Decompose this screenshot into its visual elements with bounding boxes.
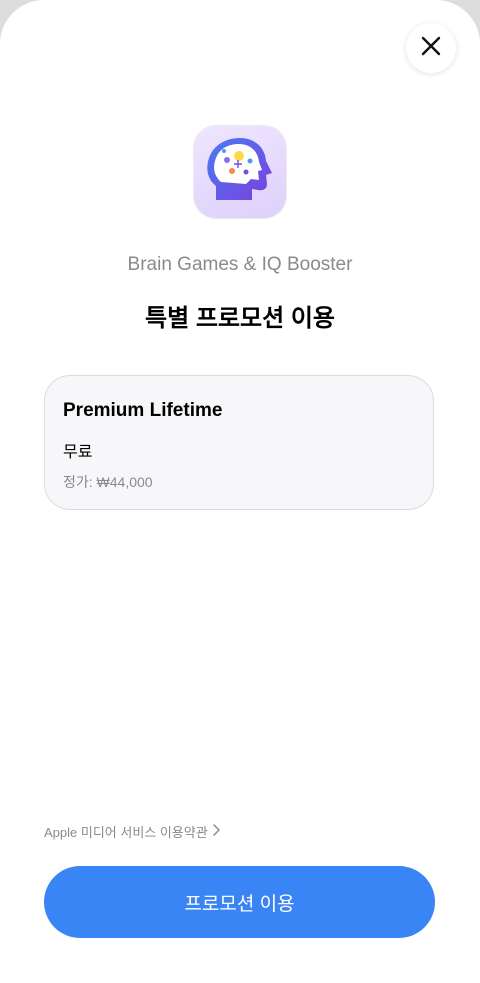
cta-label: 프로모션 이용 (184, 893, 295, 915)
plan-name: Premium Lifetime (63, 400, 223, 421)
promo-sheet: Brain Games & IQ Booster 특별 프로모션 이용 Prem… (0, 0, 480, 983)
plan-price: 무료 (63, 444, 93, 461)
close-button[interactable] (406, 23, 456, 73)
close-icon (420, 35, 442, 62)
app-icon (194, 126, 286, 218)
plan-regular-price: 정가: ₩44,000 (63, 474, 153, 490)
plan-card[interactable]: Premium Lifetime 무료 정가: ₩44,000 (44, 375, 434, 510)
page-title: 특별 프로모션 이용 (145, 305, 335, 332)
brain-head-icon (207, 138, 272, 200)
terms-label: Apple 미디어 서비스 이용약관 (44, 825, 208, 840)
terms-link[interactable]: Apple 미디어 서비스 이용약관 (44, 822, 221, 841)
chevron-right-icon (212, 824, 221, 839)
app-name: Brain Games & IQ Booster (127, 254, 353, 275)
redeem-promotion-button[interactable]: 프로모션 이용 (44, 866, 435, 938)
